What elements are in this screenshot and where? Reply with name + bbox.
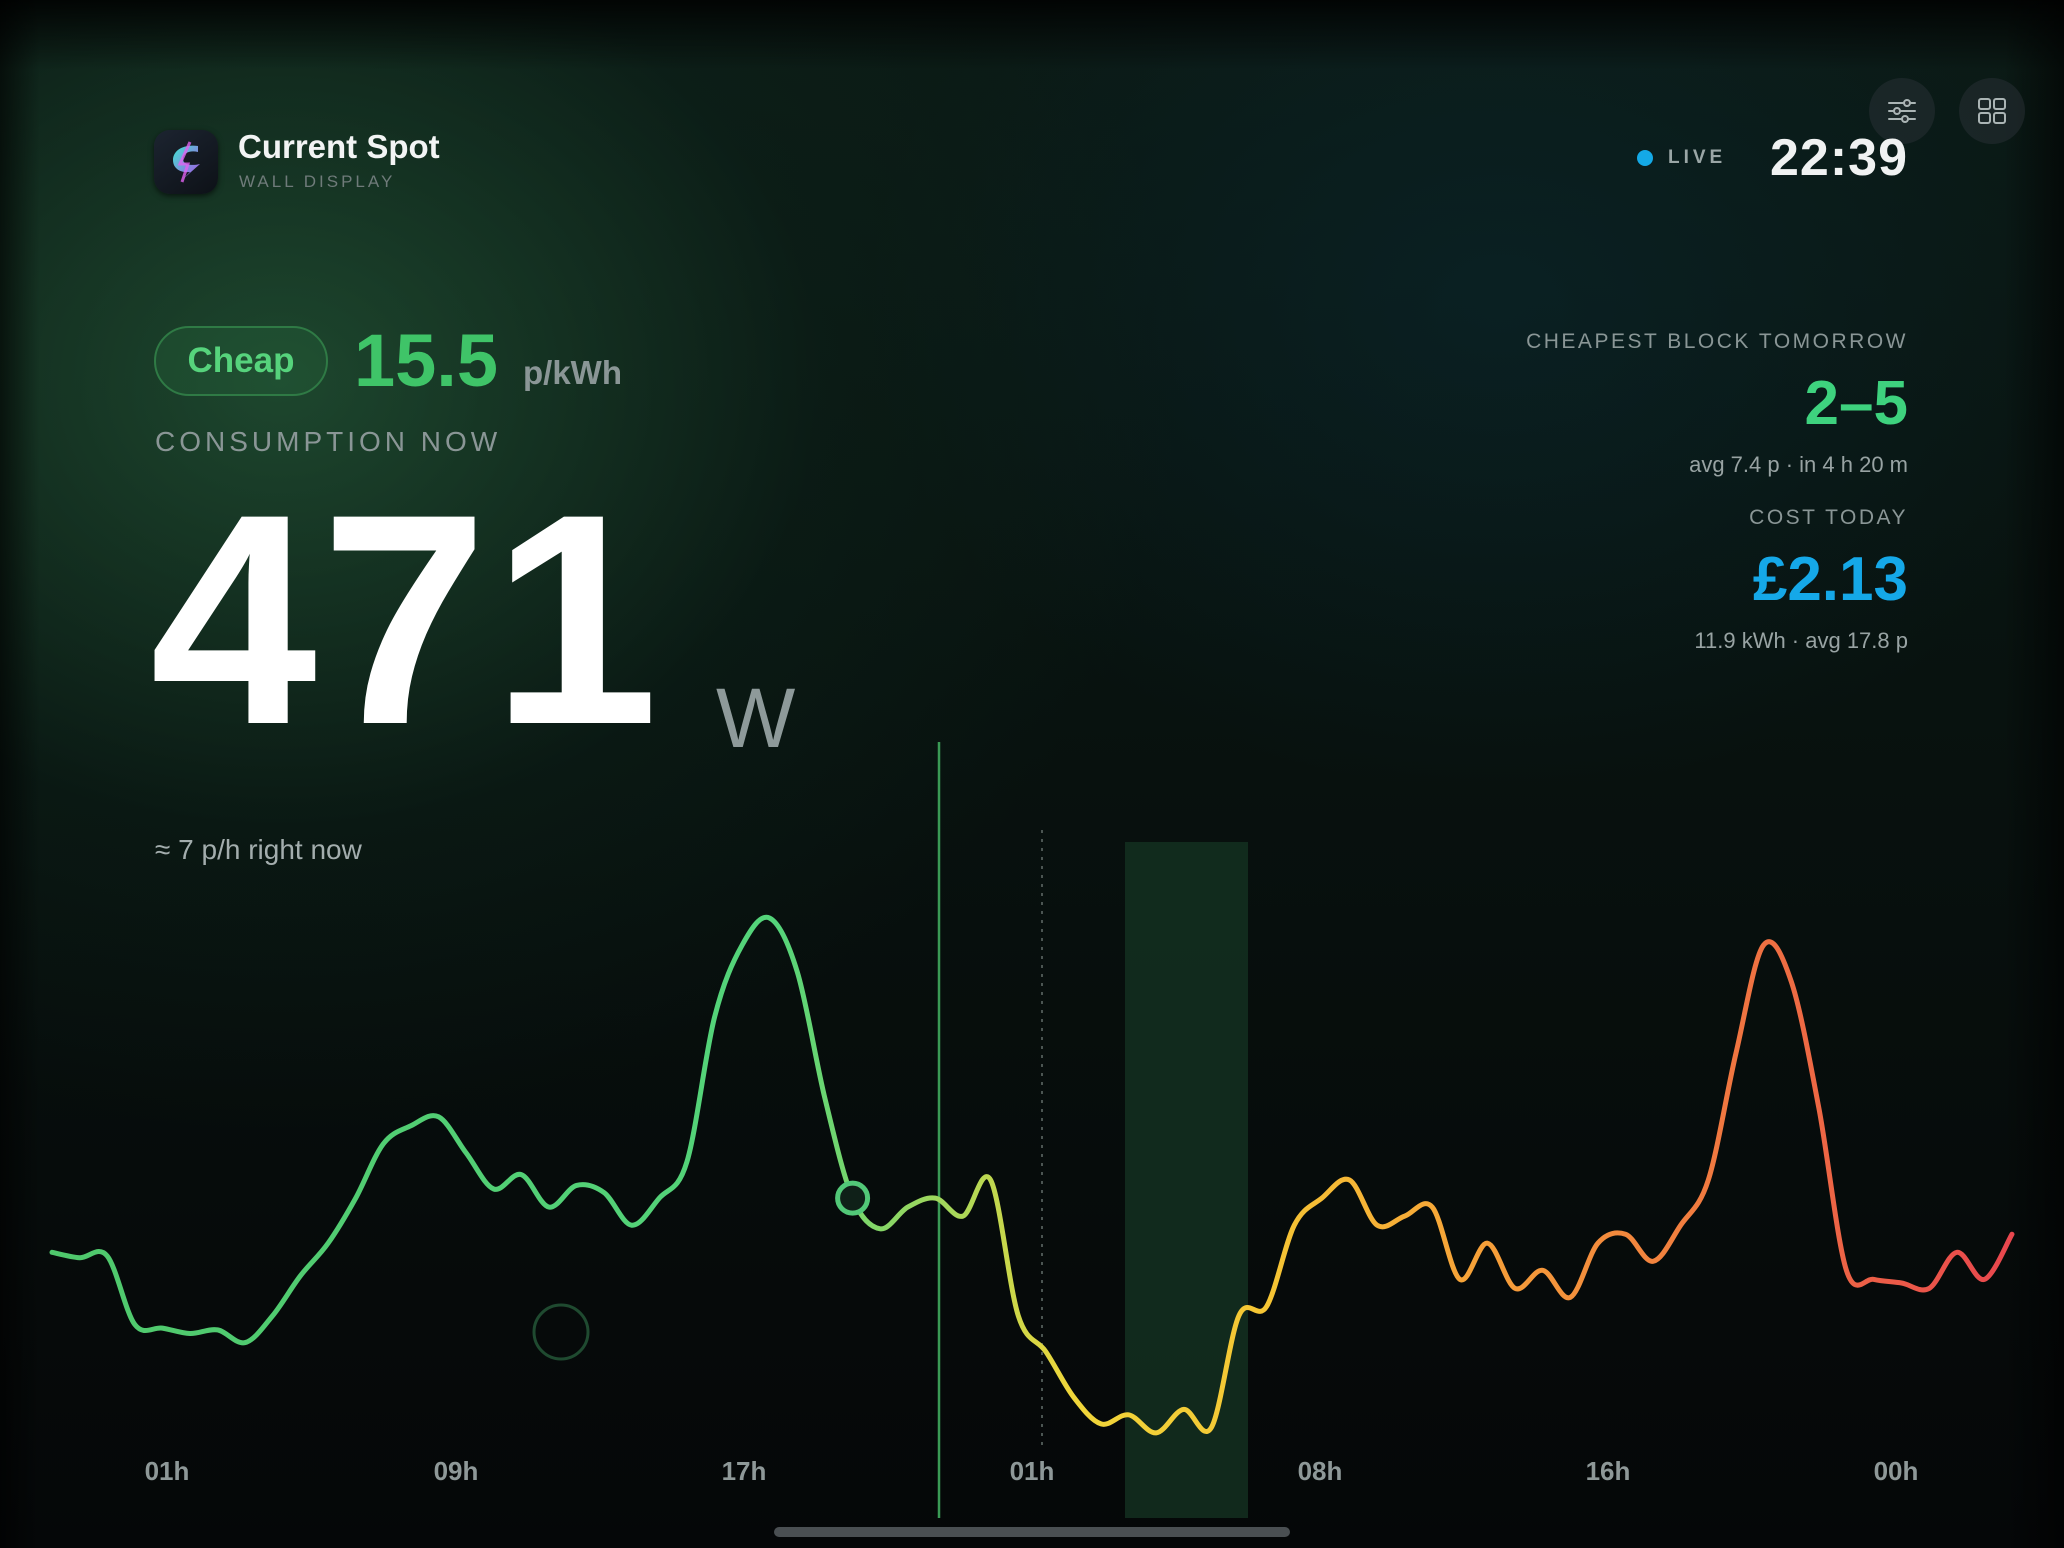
x-tick-label: 16h <box>1586 1456 1631 1486</box>
wall-display-screen: Current Spot WALL DISPLAY LIVE 22:39 Che… <box>0 0 2064 1548</box>
x-tick-label: 01h <box>145 1456 190 1486</box>
secondary-marker <box>532 1303 590 1361</box>
x-tick-label: 09h <box>434 1456 479 1486</box>
x-tick-label: 08h <box>1298 1456 1343 1486</box>
cheapest-block-highlight <box>1125 842 1248 1518</box>
x-tick-label: 17h <box>722 1456 767 1486</box>
home-indicator[interactable] <box>774 1527 1290 1537</box>
now-marker <box>835 1180 871 1216</box>
price-series-line <box>49 914 2015 1436</box>
x-axis-ticks: 01h 09h 17h 01h 08h 16h 00h <box>145 1456 1919 1486</box>
x-tick-label: 00h <box>1874 1456 1919 1486</box>
price-chart[interactable]: 01h 09h 17h 01h 08h 16h 00h <box>0 0 2064 1548</box>
x-tick-label: 01h <box>1010 1456 1055 1486</box>
